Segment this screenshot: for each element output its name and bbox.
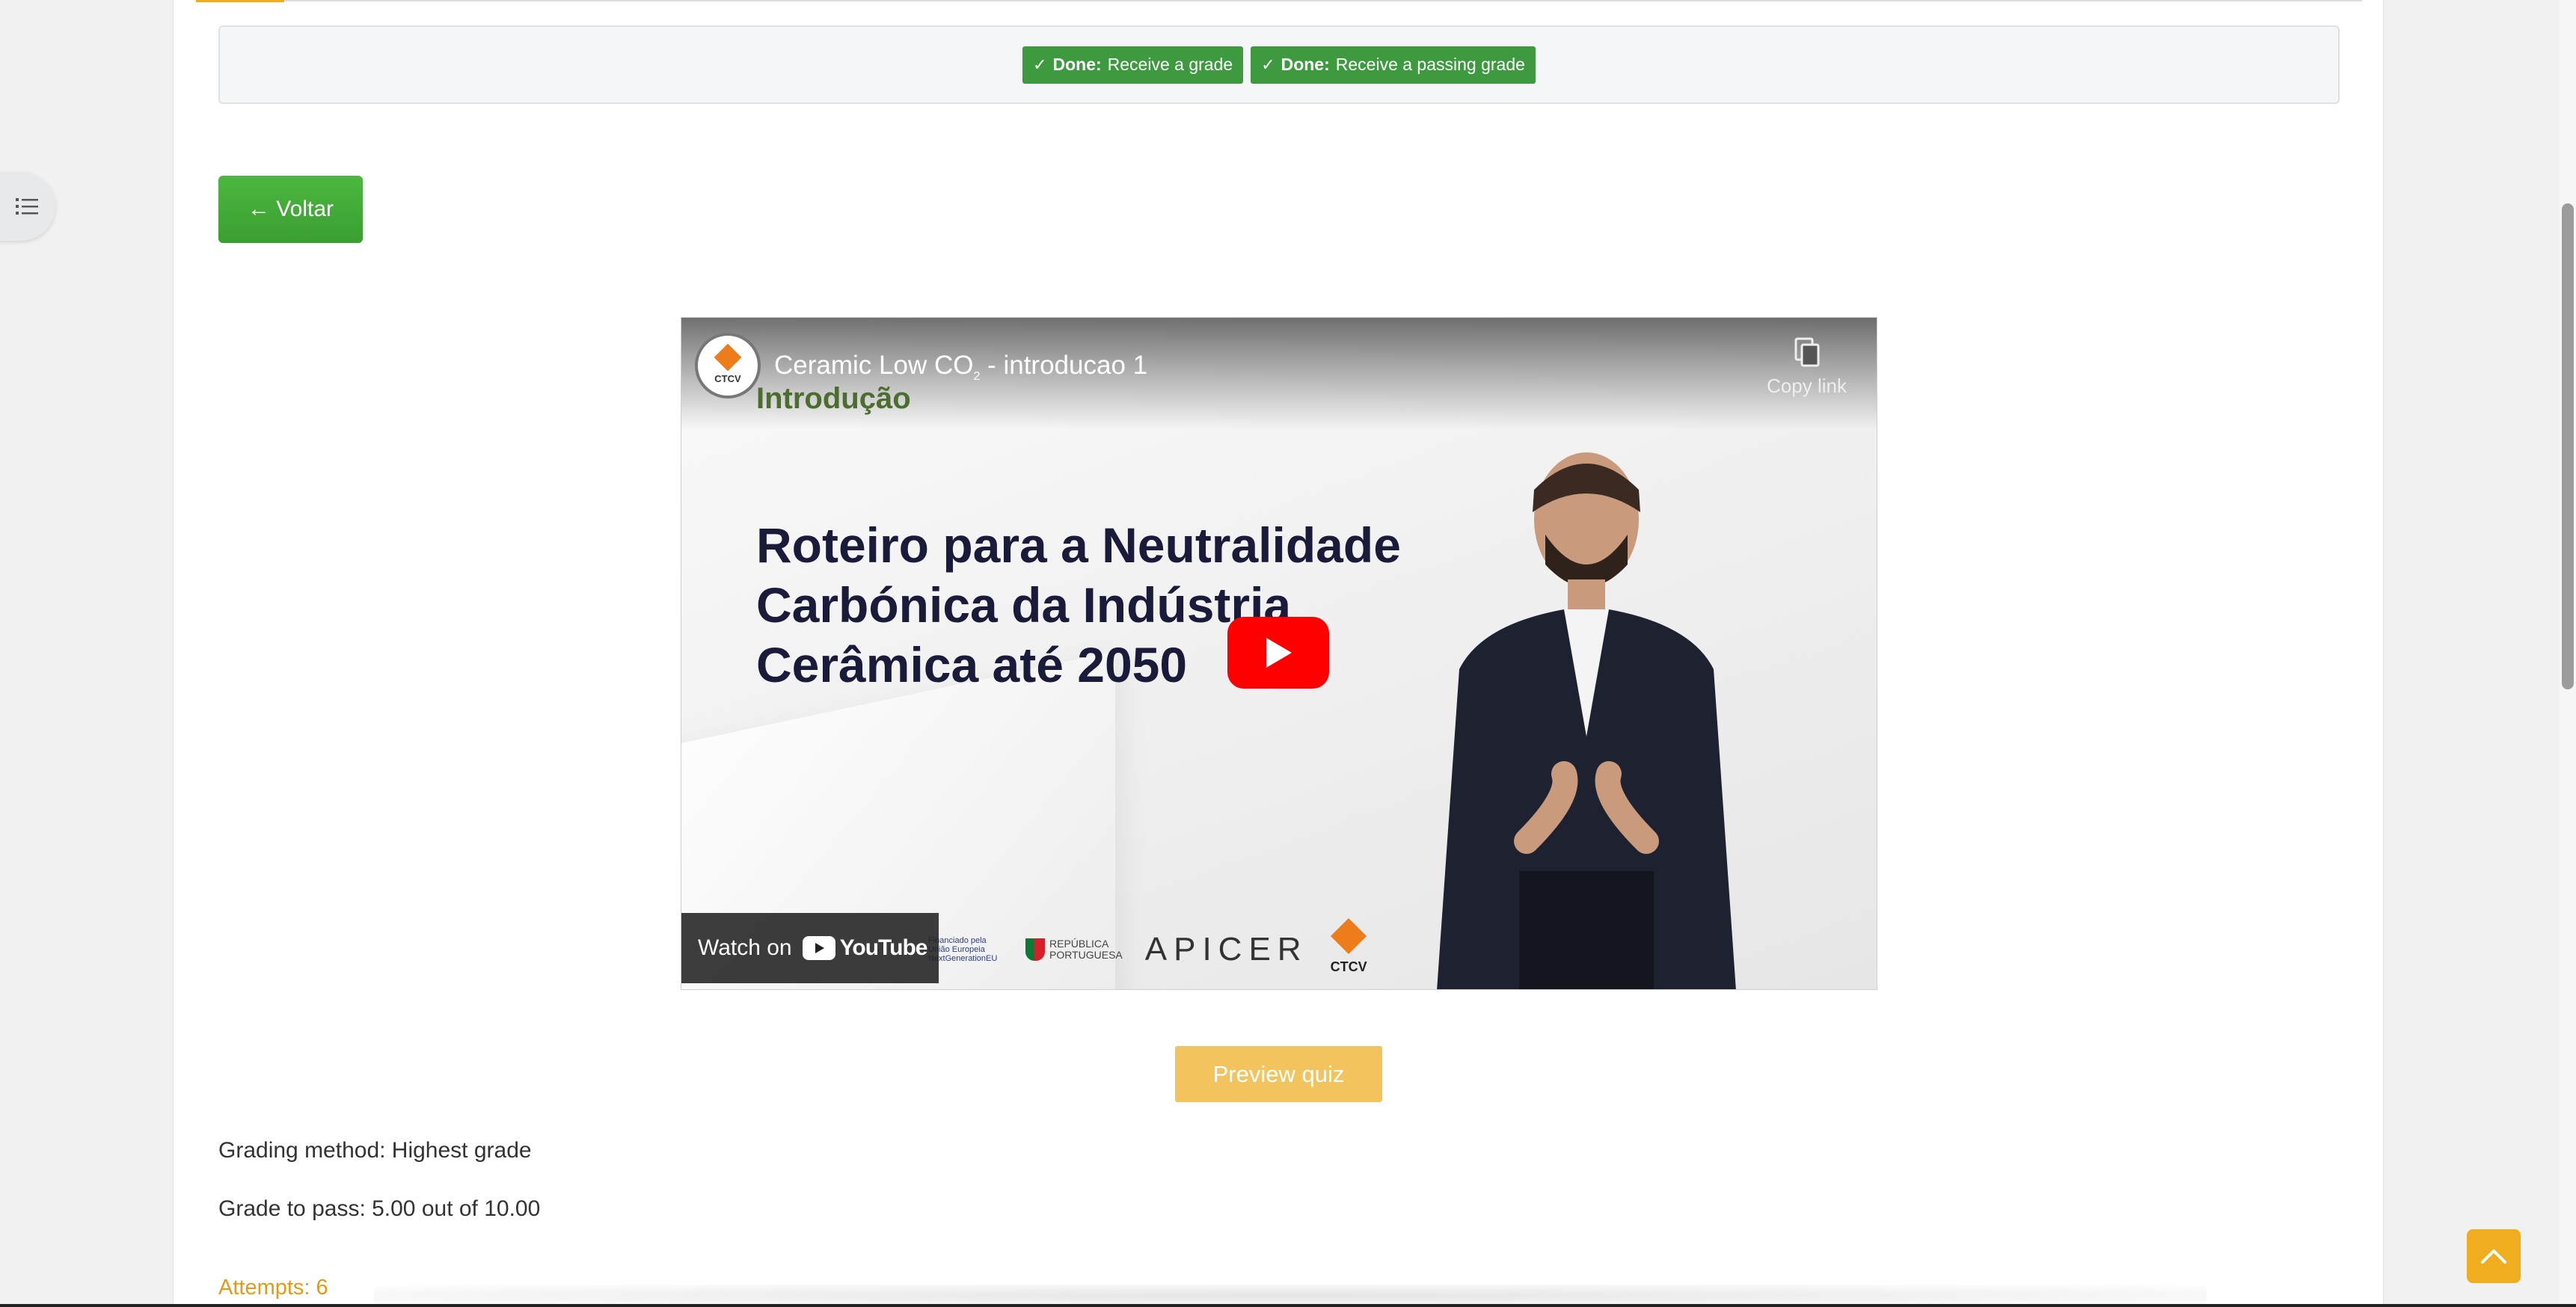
headline-line: Roteiro para a Neutralidade	[756, 517, 1401, 573]
copy-link-button[interactable]: Copy link	[1767, 337, 1847, 398]
active-tab-indicator	[196, 0, 284, 2]
chevron-up-icon	[2481, 1249, 2506, 1264]
video-section-label: Introdução	[756, 382, 911, 415]
back-to-top-button[interactable]	[2467, 1229, 2521, 1283]
republica-line2: PORTUGUESA	[1049, 948, 1123, 961]
page-scrollbar[interactable]	[2560, 0, 2576, 1307]
republica-line1: REPÚBLICA	[1049, 937, 1109, 950]
tab-divider	[196, 0, 2362, 1]
republica-portuguesa-logo: REPÚBLICA PORTUGUESA	[1025, 938, 1123, 961]
back-button[interactable]: ← Voltar	[218, 176, 363, 243]
grade-to-pass: Grade to pass: 5.00 out of 10.00	[218, 1196, 541, 1221]
badge-text: Receive a passing grade	[1335, 55, 1525, 74]
apicer-wordmark: APICER	[1144, 930, 1308, 968]
video-title-rest: - introducao 1	[980, 351, 1148, 380]
youtube-logo: YouTube	[802, 935, 928, 961]
completion-badge-grade: ✓ Done: Receive a grade	[1022, 46, 1244, 84]
window-bottom-edge	[0, 1304, 2576, 1307]
youtube-video-player[interactable]: CTCV Ceramic Low CO2 - introducao 1 Copy…	[681, 317, 1877, 990]
play-button[interactable]	[1227, 617, 1329, 689]
ctcv-diamond-icon	[1331, 917, 1367, 955]
video-title[interactable]: Ceramic Low CO2 - introducao 1	[774, 351, 1147, 384]
check-icon: ✓	[1261, 55, 1275, 74]
check-icon: ✓	[1033, 55, 1047, 74]
sponsor-logos: Financiado pela União Europeia NextGener…	[928, 917, 1367, 975]
copy-icon	[1794, 337, 1820, 367]
badge-status: Done:	[1052, 55, 1102, 74]
video-title-text: Ceramic Low CO	[774, 351, 974, 380]
channel-avatar[interactable]: CTCV	[695, 333, 761, 399]
apicer-logo: APICER	[1145, 931, 1308, 968]
preview-quiz-button[interactable]: Preview quiz	[1175, 1046, 1382, 1102]
badge-status: Done:	[1281, 55, 1330, 74]
channel-avatar-label: CTCV	[714, 372, 741, 384]
presenter-figure	[1437, 452, 1736, 989]
watch-on-label: Watch on	[698, 935, 792, 960]
badge-text: Receive a grade	[1107, 55, 1233, 74]
course-index-toggle[interactable]	[0, 172, 55, 241]
play-icon	[1266, 638, 1292, 668]
grading-method: Grading method: Highest grade	[218, 1138, 532, 1163]
scrollbar-thumb[interactable]	[2562, 203, 2574, 689]
eu-funding-logo: Financiado pela União Europeia NextGener…	[928, 935, 998, 963]
copy-link-label: Copy link	[1767, 375, 1847, 397]
watch-on-youtube-button[interactable]: Watch on YouTube	[681, 913, 939, 983]
ctcv-logo: CTCV	[1330, 917, 1367, 975]
youtube-play-icon	[802, 936, 835, 960]
completion-conditions: ✓ Done: Receive a grade ✓ Done: Receive …	[218, 25, 2340, 104]
portugal-flag-icon	[1025, 938, 1045, 961]
ctcv-wordmark: CTCV	[1330, 959, 1367, 974]
attempts-link[interactable]: Attempts: 6	[218, 1276, 328, 1300]
youtube-wordmark: YouTube	[839, 935, 928, 960]
list-icon	[16, 198, 38, 215]
ctcv-logo-icon	[714, 343, 742, 371]
completion-badge-passing-grade: ✓ Done: Receive a passing grade	[1251, 46, 1536, 84]
